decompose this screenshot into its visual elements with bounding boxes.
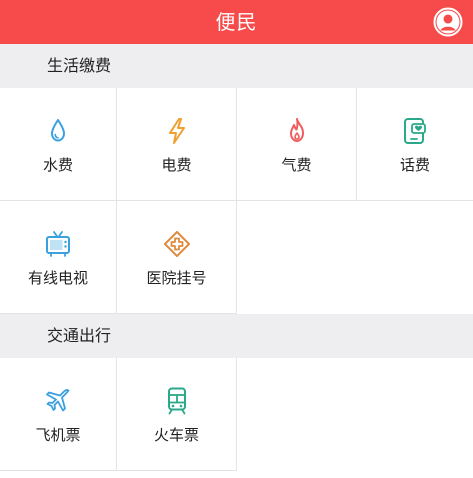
grid-item-label: 水费 — [42, 156, 73, 174]
grid-item-cable-tv[interactable]: 有线电视 — [0, 201, 117, 314]
train-icon — [162, 386, 192, 416]
grid-item-label: 电费 — [161, 156, 192, 174]
top-bar: 便民 — [0, 0, 473, 44]
lightning-bolt-icon — [162, 116, 192, 146]
medical-cross-icon — [162, 229, 192, 259]
user-avatar-icon[interactable] — [433, 7, 463, 37]
grid-item-water-bill[interactable]: 水费 — [0, 88, 117, 201]
flame-icon — [282, 116, 312, 146]
grid-item-electricity-bill[interactable]: 电费 — [117, 88, 237, 201]
grid-item-label: 火车票 — [153, 426, 199, 444]
section-title: 生活缴费 — [47, 56, 112, 75]
page-title: 便民 — [215, 10, 258, 34]
tv-icon — [43, 229, 73, 259]
section-header-transportation: 交通出行 — [0, 314, 473, 358]
grid-item-label: 气费 — [281, 156, 312, 174]
grid-item-label: 话费 — [399, 156, 430, 174]
section-title: 交通出行 — [47, 326, 112, 345]
life-payment-grid: 水费 电费 气费 话费 有线电视 医院挂号 — [0, 88, 473, 314]
water-drop-icon — [43, 116, 73, 146]
grid-item-label: 飞机票 — [35, 426, 81, 444]
transportation-grid: 飞机票 火车票 — [0, 358, 473, 471]
grid-item-label: 有线电视 — [27, 269, 88, 287]
grid-item-flight-ticket[interactable]: 飞机票 — [0, 358, 117, 471]
grid-item-gas-bill[interactable]: 气费 — [237, 88, 357, 201]
grid-item-hospital-registration[interactable]: 医院挂号 — [117, 201, 237, 314]
phone-heart-icon — [400, 116, 430, 146]
grid-item-train-ticket[interactable]: 火车票 — [117, 358, 237, 471]
app-root: 便民 生活缴费 水费 电费 气费 话费 有线电视 医院挂号 交通出行 飞机票 火… — [0, 0, 473, 478]
section-header-life-payment: 生活缴费 — [0, 44, 473, 88]
grid-item-phone-bill[interactable]: 话费 — [357, 88, 473, 201]
grid-item-label: 医院挂号 — [146, 269, 207, 287]
airplane-icon — [43, 386, 73, 416]
